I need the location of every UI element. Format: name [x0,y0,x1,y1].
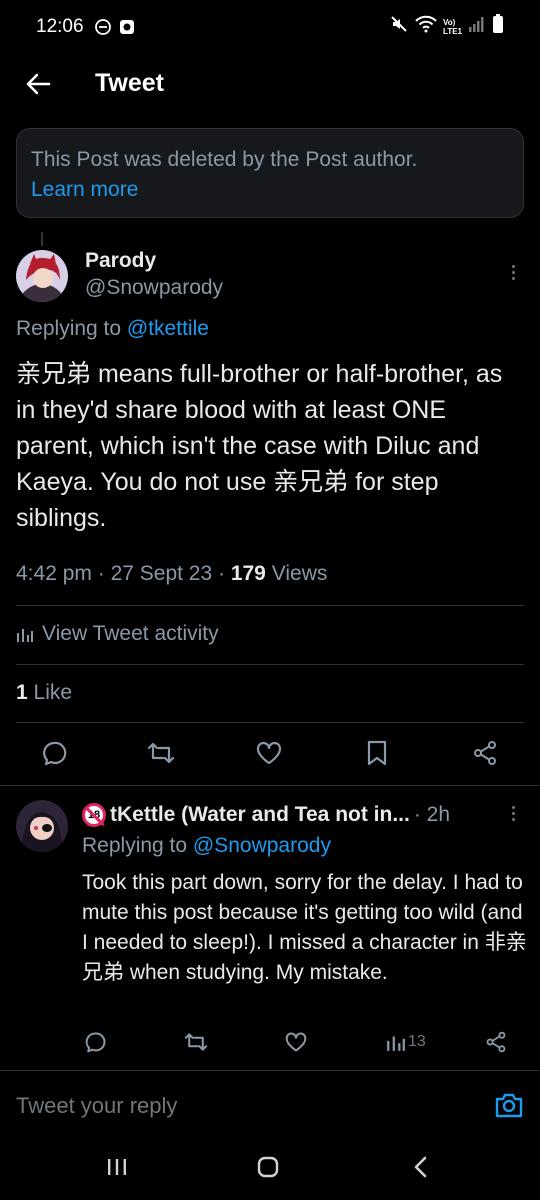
view-activity-link[interactable]: View Tweet activity [16,622,219,646]
bookmark-button[interactable] [362,738,392,768]
more-options-button[interactable] [501,260,525,284]
home-button[interactable] [248,1152,288,1182]
reply-reply-button[interactable] [83,1030,107,1054]
thread-connector [41,232,43,246]
divider [16,722,524,723]
reply-icon [43,741,67,766]
reply-author-name: tKettle (Water and Tea not in... [110,803,410,826]
tweet-date: 27 Sept 23 [110,562,213,585]
reply-retweet-button[interactable] [184,1030,208,1054]
age-18-badge-icon: 18 [82,803,106,827]
author-handle[interactable]: @Snowparody [85,276,223,300]
reply-views-count: 13 [408,1033,426,1050]
mute-icon [389,14,409,39]
camera-button[interactable] [494,1091,524,1119]
app-header: Tweet [0,56,540,112]
likes-count[interactable]: 1 Like [16,681,72,705]
deleted-post-notice: This Post was deleted by the Post author… [16,128,524,218]
status-time: 12:06 [36,16,84,37]
reply-composer: Tweet your reply [0,1070,540,1132]
replying-to-prefix: Replying to [16,317,127,340]
bookmark-icon [367,740,387,766]
divider [16,664,524,665]
home-icon [257,1156,279,1178]
status-right-icons: Vo) LTE1 [389,14,504,39]
learn-more-link[interactable]: Learn more [31,175,509,205]
camera-icon [495,1093,523,1118]
reply-replying-prefix: Replying to [82,834,193,857]
share-icon [486,1031,506,1053]
recents-button[interactable] [97,1152,137,1182]
like-icon [285,1032,307,1052]
system-nav-bar [0,1132,540,1200]
volte-icon: Vo) LTE1 [443,17,462,36]
like-count: 1 [16,681,28,704]
reply-views-button[interactable] [384,1030,408,1054]
reply-share-button[interactable] [484,1030,508,1054]
reply-button[interactable] [39,738,69,768]
replying-to-handle[interactable]: @tkettile [127,317,209,340]
reply-icon [85,1032,106,1053]
reply-author-avatar[interactable] [16,800,68,852]
status-left-icons [94,18,136,41]
tweet-meta: 4:42 pm · 27 Sept 23 · 179 Views [16,562,328,585]
reply-time: · 2h [413,803,451,826]
tweet-body: 亲兄弟 means full-brother or half-brother, … [16,360,503,532]
divider [0,785,540,786]
retweet-icon [147,742,175,764]
app-notification-icon [118,18,136,41]
share-button[interactable] [470,738,500,768]
system-back-button[interactable] [400,1152,440,1182]
reply-like-button[interactable] [284,1030,308,1054]
analytics-icon [17,629,33,642]
signal-icon [468,15,486,38]
views-count: 179 [230,562,266,585]
battery-icon [492,14,504,39]
back-button[interactable] [20,68,56,100]
retweet-button[interactable] [146,738,176,768]
wifi-icon [415,15,437,38]
deleted-notice-text: This Post was deleted by the Post author… [31,148,418,171]
like-label: Like [33,681,73,704]
back-icon [414,1156,427,1178]
recents-icon [108,1159,126,1175]
reply-input[interactable]: Tweet your reply [16,1093,177,1119]
arrow-left-icon [26,73,51,95]
reply-author-line[interactable]: 18 tKettle (Water and Tea not in... · 2h [82,803,450,827]
views-icon [387,1036,405,1051]
author-avatar[interactable] [16,250,68,302]
author-name[interactable]: Parody [85,249,156,273]
views-label: Views [271,562,328,585]
tweet-time: 4:42 pm [16,562,92,585]
page-title: Tweet [95,69,164,97]
status-bar: 12:06 Vo) LTE1 [0,0,540,56]
reply-more-options-button[interactable] [501,801,525,825]
activity-label: View Tweet activity [42,622,219,645]
replying-to-line: Replying to @tkettile [16,317,209,341]
divider [16,605,524,606]
retweet-icon [184,1033,208,1051]
share-icon [474,741,496,765]
reply-replying-handle[interactable]: @Snowparody [193,834,331,857]
like-button[interactable] [254,738,284,768]
like-icon [256,741,282,765]
reply-body: Took this part down, sorry for the delay… [82,871,527,984]
reply-replying-to-line: Replying to @Snowparody [82,834,331,858]
do-not-disturb-icon [94,18,112,41]
